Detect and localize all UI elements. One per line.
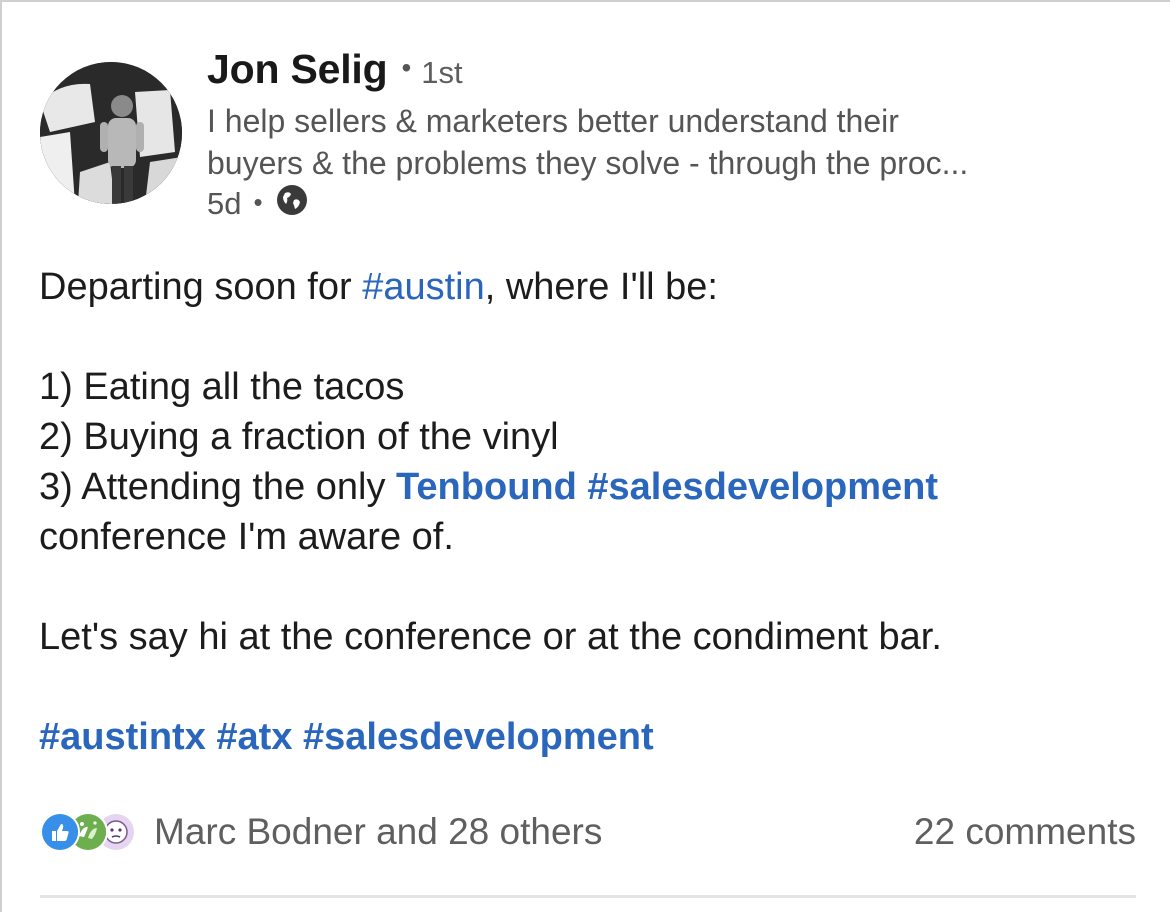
name-separator-dot: • — [401, 52, 412, 83]
divider — [40, 895, 1136, 898]
comments-count[interactable]: 22 comments — [914, 811, 1136, 853]
list-item: 1) Eating all the tacos — [39, 366, 405, 408]
author-avatar[interactable] — [40, 62, 182, 204]
closing-line: Let's say hi at the conference or at the… — [39, 616, 942, 658]
company-mention-link[interactable]: Tenbound — [396, 466, 577, 508]
headline-line: I help sellers & marketers better unders… — [207, 103, 899, 139]
hashtag-line: #austintx #atx #salesdevelopment — [39, 712, 1139, 762]
hashtag-link[interactable]: #salesdevelopment — [587, 466, 938, 508]
post-text-segment: Departing soon for — [39, 266, 363, 308]
author-name-row: Jon Selig • 1st — [207, 46, 463, 94]
connection-degree: 1st — [421, 55, 463, 90]
list-item-continuation: conference I'm aware of. — [39, 516, 454, 558]
author-headline: I help sellers & marketers better unders… — [207, 100, 1137, 184]
avatar-image — [40, 62, 182, 204]
post-text-segment: , where I'll be: — [484, 266, 718, 308]
post-timestamp: 5d — [207, 186, 242, 221]
post-meta: 5d • — [207, 184, 309, 224]
author-name[interactable]: Jon Selig — [207, 46, 388, 93]
social-counts: Marc Bodner and 28 others 22 comments — [40, 808, 1136, 856]
post-card: Jon Selig • 1st I help sellers & markete… — [0, 0, 1170, 912]
reaction-icons[interactable] — [40, 812, 136, 852]
hashtag-link[interactable]: #salesdevelopment — [303, 716, 654, 758]
hashtag-link[interactable]: #atx — [216, 716, 292, 758]
post-line: Departing soon for #austin, where I'll b… — [39, 262, 1139, 312]
list-item: 3) Attending the only Tenbound #salesdev… — [39, 462, 1139, 512]
globe-icon — [275, 183, 309, 225]
reactors-summary[interactable]: Marc Bodner and 28 others — [154, 811, 602, 853]
post-text: Departing soon for #austin, where I'll b… — [39, 262, 1139, 762]
list-item: 2) Buying a fraction of the vinyl — [39, 416, 559, 458]
meta-separator-dot: • — [253, 186, 263, 217]
hashtag-link[interactable]: #austintx — [39, 716, 206, 758]
post-text-segment: 3) Attending the only — [39, 466, 397, 508]
headline-line: buyers & the problems they solve - throu… — [207, 145, 969, 181]
hashtag-link[interactable]: #austin — [362, 266, 485, 308]
like-icon — [40, 812, 80, 852]
